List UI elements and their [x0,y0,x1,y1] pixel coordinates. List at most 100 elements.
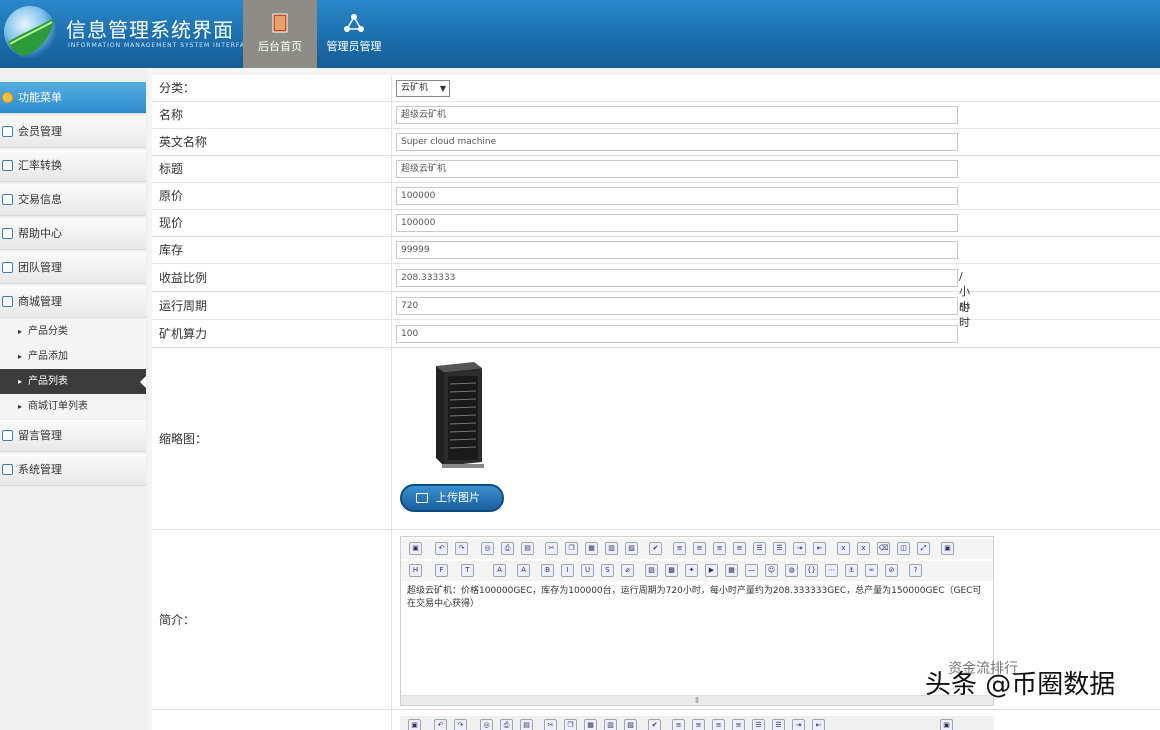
subscript-icon[interactable]: x [837,542,850,555]
align-justify-icon[interactable]: ≡ [733,542,746,555]
media-icon[interactable]: ▶ [705,564,718,577]
font-color-icon[interactable]: A [493,564,506,577]
code-icon[interactable]: {} [805,564,818,577]
redo-icon[interactable]: ↷ [454,719,467,730]
copy-icon[interactable]: ❐ [564,719,577,730]
more-icon[interactable]: ▣ [941,542,954,555]
sidebar-item-exchange[interactable]: 汇率转换 [0,150,146,182]
undo-icon[interactable]: ↶ [434,719,447,730]
paste-word-icon[interactable]: ▧ [625,542,638,555]
copy-icon[interactable]: ❐ [565,542,578,555]
template-icon[interactable]: ▤ [521,542,534,555]
align-left-icon[interactable]: ≡ [672,719,685,730]
stock-input[interactable]: 99999 [396,241,958,259]
sidebar-subitem-orders[interactable]: 商城订单列表 [0,394,146,419]
cut-icon[interactable]: ✂ [545,542,558,555]
unordered-list-icon[interactable]: ☰ [772,719,785,730]
anchor-icon[interactable]: ⚓ [845,564,858,577]
emoticon-icon[interactable]: ☺ [765,564,778,577]
sidebar-item-trades[interactable]: 交易信息 [0,184,146,216]
ordered-list-icon[interactable]: ☰ [753,542,766,555]
sidebar-item-team[interactable]: 团队管理 [0,252,146,284]
sidebar-subitem-product-list[interactable]: 产品列表 [0,369,146,394]
category-select[interactable]: 云矿机 ▼ [396,80,450,97]
strikethrough-icon[interactable]: S [601,564,614,577]
indent-icon[interactable]: ⇥ [792,719,805,730]
about-icon[interactable]: ? [909,564,922,577]
english-name-input[interactable]: Super cloud machine [396,133,958,151]
clear-format-icon[interactable]: ⌫ [877,542,890,555]
cycle-input[interactable]: 720 [396,297,958,315]
italic-icon[interactable]: I [561,564,574,577]
sidebar-item-help[interactable]: 帮助中心 [0,218,146,250]
multi-image-icon[interactable]: ▩ [665,564,678,577]
more-icon[interactable]: ▣ [940,719,953,730]
sidebar-header-menu[interactable]: 功能菜单 [0,82,146,114]
link-icon[interactable]: ∞ [865,564,878,577]
yield-input[interactable]: 208.333333 [396,269,958,287]
title-input[interactable]: 超级云矿机 [396,160,958,178]
align-center-icon[interactable]: ≡ [692,719,705,730]
editor-resize-handle[interactable]: ⇕ [401,695,993,705]
align-left-icon[interactable]: ≡ [673,542,686,555]
image-icon[interactable]: ▨ [645,564,658,577]
tab-admin[interactable]: 管理员管理 [317,0,391,68]
current-price-input[interactable]: 100000 [396,214,958,232]
bold-icon[interactable]: B [541,564,554,577]
intro-editor-content[interactable]: 超级云矿机：价格100000GEC，库存为100000台，运行周期为720小时，… [407,585,989,611]
paste-icon[interactable]: ▦ [585,542,598,555]
unlink-icon[interactable]: ⊘ [885,564,898,577]
sidebar-subitem-product-add[interactable]: 产品添加 [0,344,146,369]
paste-word-icon[interactable]: ▧ [624,719,637,730]
cut-icon[interactable]: ✂ [544,719,557,730]
preview-icon[interactable]: ◎ [480,719,493,730]
select-all-icon[interactable]: ◫ [897,542,910,555]
source-icon[interactable]: ▣ [408,719,421,730]
rich-text-editor[interactable]: ▣ ↶ ↷ ◎ ⎙ ▤ ✂ ❐ ▦ ▥ ▧ ✔ ≡ ≡ ≡ ≡ ☰ ☰ ⇥ ⇤ … [400,536,994,706]
paste-icon[interactable]: ▦ [584,719,597,730]
sidebar-subitem-product-category[interactable]: 产品分类 [0,319,146,344]
heading-icon[interactable]: H [409,564,422,577]
align-right-icon[interactable]: ≡ [712,719,725,730]
font-size-icon[interactable]: T [461,564,474,577]
outdent-icon[interactable]: ⇤ [813,542,826,555]
original-price-input[interactable]: 100000 [396,187,958,205]
template-icon[interactable]: ▤ [520,719,533,730]
align-center-icon[interactable]: ≡ [693,542,706,555]
underline-icon[interactable]: U [581,564,594,577]
undo-icon[interactable]: ↶ [435,542,448,555]
sidebar-item-shop[interactable]: 商城管理 [0,286,146,318]
paste-text-icon[interactable]: ▥ [605,542,618,555]
fullscreen-icon[interactable]: ⤢ [917,542,930,555]
flash-icon[interactable]: ✦ [685,564,698,577]
spellcheck-icon[interactable]: ✔ [649,542,662,555]
map-icon[interactable]: ◍ [785,564,798,577]
power-input[interactable]: 100 [396,325,958,343]
paste-text-icon[interactable]: ▥ [604,719,617,730]
sidebar-item-messages[interactable]: 留言管理 [0,420,146,452]
source-icon[interactable]: ▣ [409,542,422,555]
indent-icon[interactable]: ⇥ [793,542,806,555]
print-icon[interactable]: ⎙ [501,542,514,555]
unordered-list-icon[interactable]: ☰ [773,542,786,555]
pagebreak-icon[interactable]: ⋯ [825,564,838,577]
hr-icon[interactable]: ― [745,564,758,577]
superscript-icon[interactable]: x [857,542,870,555]
preview-icon[interactable]: ◎ [481,542,494,555]
align-justify-icon[interactable]: ≡ [732,719,745,730]
tab-home[interactable]: 后台首页 [243,0,317,68]
outdent-icon[interactable]: ⇤ [812,719,825,730]
table-icon[interactable]: ▦ [725,564,738,577]
ordered-list-icon[interactable]: ☰ [752,719,765,730]
print-icon[interactable]: ⎙ [500,719,513,730]
sidebar-item-system[interactable]: 系统管理 [0,454,146,486]
redo-icon[interactable]: ↷ [455,542,468,555]
font-family-icon[interactable]: F [435,564,448,577]
highlight-icon[interactable]: A [517,564,530,577]
align-right-icon[interactable]: ≡ [713,542,726,555]
name-input[interactable]: 超级云矿机 [396,106,958,124]
sidebar-item-members[interactable]: 会员管理 [0,116,146,148]
remove-format-icon[interactable]: ⌀ [621,564,634,577]
spellcheck-icon[interactable]: ✔ [648,719,661,730]
upload-image-button[interactable]: 上传图片 [400,484,504,512]
